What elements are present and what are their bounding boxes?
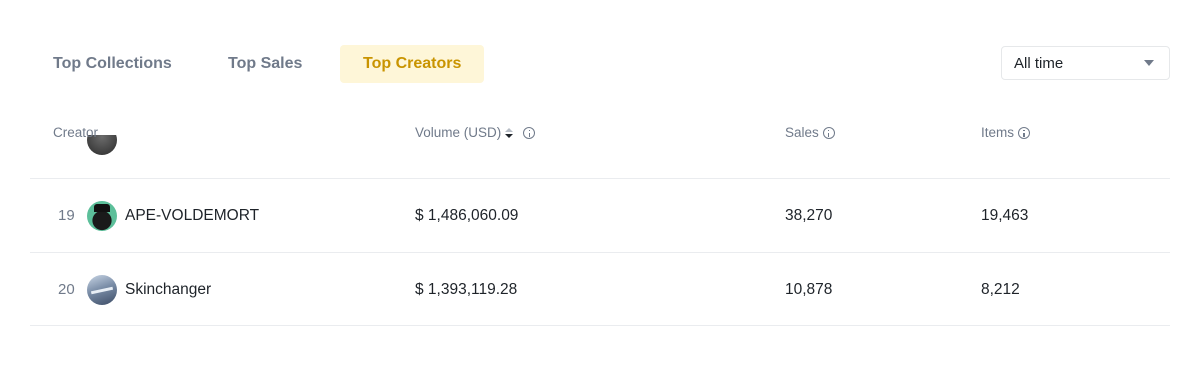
rank-number: 20 (58, 281, 75, 298)
avatar (87, 201, 117, 231)
info-icon[interactable] (523, 127, 536, 139)
tab-top-creators[interactable]: Top Creators (340, 45, 485, 83)
time-filter-dropdown[interactable]: All time (1001, 46, 1170, 80)
avatar (87, 275, 117, 305)
column-header-volume[interactable]: Volume (USD) (415, 118, 536, 148)
top-creators-page: Top Collections Top Sales Top Creators A… (0, 0, 1200, 372)
items-value: 8,212 (981, 281, 1020, 298)
column-header-sales: Sales (785, 118, 835, 148)
info-icon[interactable] (1018, 127, 1031, 139)
sales-value: 38,270 (785, 207, 833, 224)
items-value: 19,463 (981, 207, 1029, 224)
rank-number: 19 (58, 207, 75, 224)
sales-value: 10,878 (785, 281, 833, 298)
creator-name[interactable]: Skinchanger (125, 253, 211, 327)
volume-value: $ 1,393,119.28 (415, 281, 518, 298)
column-header-items: Items (981, 118, 1031, 148)
tab-top-collections[interactable]: Top Collections (30, 45, 195, 83)
table-header: Creator Volume (USD) Sales Items (30, 118, 1170, 148)
tab-top-sales[interactable]: Top Sales (205, 45, 325, 83)
info-icon[interactable] (822, 127, 835, 139)
volume-value: $ 1,486,060.09 (415, 207, 519, 224)
sort-icon[interactable] (505, 127, 514, 139)
column-header-creator: Creator (53, 125, 99, 140)
table-row[interactable]: 20 Skinchanger $ 1,393,119.28 10,878 8,2… (30, 252, 1170, 326)
table-row[interactable]: 19 APE-VOLDEMORT $ 1,486,060.09 38,270 1… (30, 178, 1170, 252)
time-filter-value: All time (1014, 54, 1064, 72)
creator-name[interactable]: APE-VOLDEMORT (125, 179, 259, 253)
caret-down-icon (1144, 60, 1154, 66)
